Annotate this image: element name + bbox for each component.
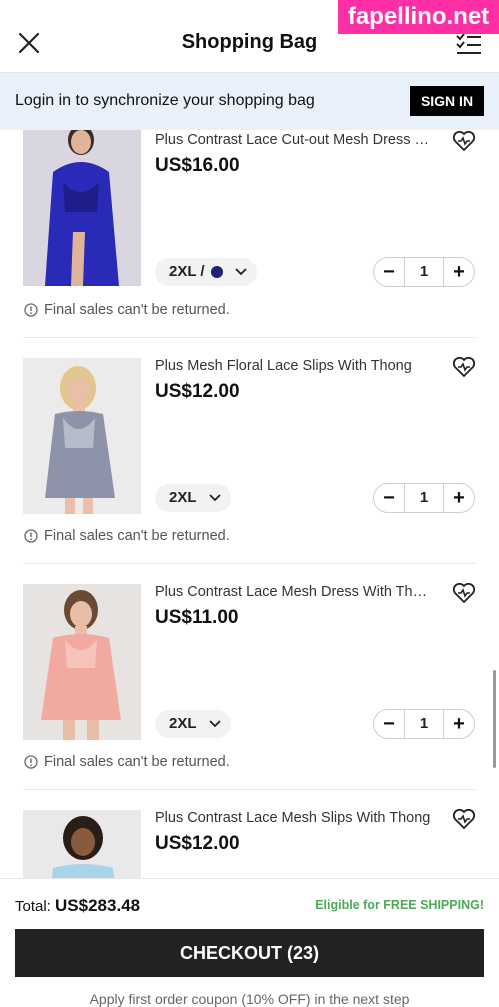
login-banner: Login in to synchronize your shopping ba… bbox=[0, 72, 499, 130]
increase-button[interactable]: + bbox=[444, 258, 474, 286]
cart-item: Plus Contrast Lace Mesh Slips With Thong… bbox=[0, 790, 499, 878]
chevron-down-icon bbox=[208, 494, 221, 502]
cart-item: Plus Contrast Lace Mesh Dress With Thong… bbox=[0, 564, 499, 790]
cart-item: Plus Mesh Floral Lace Slips With Thong U… bbox=[0, 338, 499, 564]
quantity-stepper: − 1 + bbox=[373, 483, 475, 513]
increase-button[interactable]: + bbox=[444, 484, 474, 512]
item-name[interactable]: Plus Contrast Lace Mesh Slips With Thong bbox=[155, 810, 435, 826]
size-selector[interactable]: 2XL bbox=[155, 710, 231, 738]
quantity-stepper: − 1 + bbox=[373, 257, 475, 287]
heart-icon[interactable] bbox=[452, 808, 476, 830]
product-image[interactable] bbox=[23, 584, 141, 740]
item-name[interactable]: Plus Mesh Floral Lace Slips With Thong bbox=[155, 358, 435, 374]
page-title: Shopping Bag bbox=[181, 31, 318, 53]
sign-in-button[interactable]: SIGN IN bbox=[410, 86, 484, 116]
item-price: US$12.00 bbox=[155, 381, 240, 402]
heart-icon[interactable] bbox=[452, 130, 476, 152]
notice-text: Final sales can't be returned. bbox=[44, 528, 230, 544]
increase-button[interactable]: + bbox=[444, 710, 474, 738]
final-sale-notice: Final sales can't be returned. bbox=[24, 754, 230, 770]
notice-text: Final sales can't be returned. bbox=[44, 754, 230, 770]
item-name[interactable]: Plus Contrast Lace Cut-out Mesh Dress Wi… bbox=[155, 132, 435, 148]
item-name[interactable]: Plus Contrast Lace Mesh Dress With Thong bbox=[155, 584, 435, 600]
item-price: US$11.00 bbox=[155, 607, 239, 628]
heart-icon[interactable] bbox=[452, 356, 476, 378]
item-price: US$12.00 bbox=[155, 833, 240, 854]
color-swatch bbox=[210, 266, 223, 278]
info-icon bbox=[24, 529, 38, 543]
quantity-value: 1 bbox=[404, 258, 444, 286]
watermark: fapellino.net bbox=[338, 0, 499, 34]
final-sale-notice: Final sales can't be returned. bbox=[24, 528, 230, 544]
size-label: 2XL bbox=[169, 489, 197, 506]
coupon-note: Apply first order coupon (10% OFF) in th… bbox=[89, 991, 410, 1007]
checklist-icon[interactable] bbox=[455, 32, 483, 56]
chevron-down-icon bbox=[234, 268, 247, 276]
checkout-button[interactable]: CHECKOUT (23) bbox=[15, 929, 484, 977]
info-icon bbox=[24, 755, 38, 769]
quantity-value: 1 bbox=[404, 710, 444, 738]
login-message: Login in to synchronize your shopping ba… bbox=[15, 92, 315, 109]
size-label: 2XL bbox=[169, 715, 197, 732]
info-icon bbox=[24, 303, 38, 317]
checkout-footer: Total: US$283.48 Eligible for FREE SHIPP… bbox=[0, 878, 499, 1007]
final-sale-notice: Final sales can't be returned. bbox=[24, 302, 230, 318]
product-image[interactable] bbox=[23, 358, 141, 514]
quantity-value: 1 bbox=[404, 484, 444, 512]
size-label: 2XL / bbox=[169, 263, 205, 280]
total: Total: US$283.48 bbox=[15, 896, 140, 916]
free-shipping-note: Eligible for FREE SHIPPING! bbox=[315, 898, 484, 912]
product-image[interactable] bbox=[23, 130, 141, 286]
decrease-button[interactable]: − bbox=[374, 484, 404, 512]
heart-icon[interactable] bbox=[452, 582, 476, 604]
product-image[interactable] bbox=[23, 810, 141, 878]
cart-item: Plus Contrast Lace Cut-out Mesh Dress Wi… bbox=[0, 130, 499, 338]
size-color-selector[interactable]: 2XL / bbox=[155, 258, 257, 286]
scrollbar[interactable] bbox=[493, 670, 496, 768]
quantity-stepper: − 1 + bbox=[373, 709, 475, 739]
item-price: US$16.00 bbox=[155, 155, 240, 176]
decrease-button[interactable]: − bbox=[374, 710, 404, 738]
decrease-button[interactable]: − bbox=[374, 258, 404, 286]
cart-item-list[interactable]: Plus Contrast Lace Cut-out Mesh Dress Wi… bbox=[0, 130, 499, 878]
total-value: US$283.48 bbox=[55, 896, 141, 915]
total-label: Total: bbox=[15, 898, 51, 915]
notice-text: Final sales can't be returned. bbox=[44, 302, 230, 318]
chevron-down-icon bbox=[208, 720, 221, 728]
size-selector[interactable]: 2XL bbox=[155, 484, 231, 512]
